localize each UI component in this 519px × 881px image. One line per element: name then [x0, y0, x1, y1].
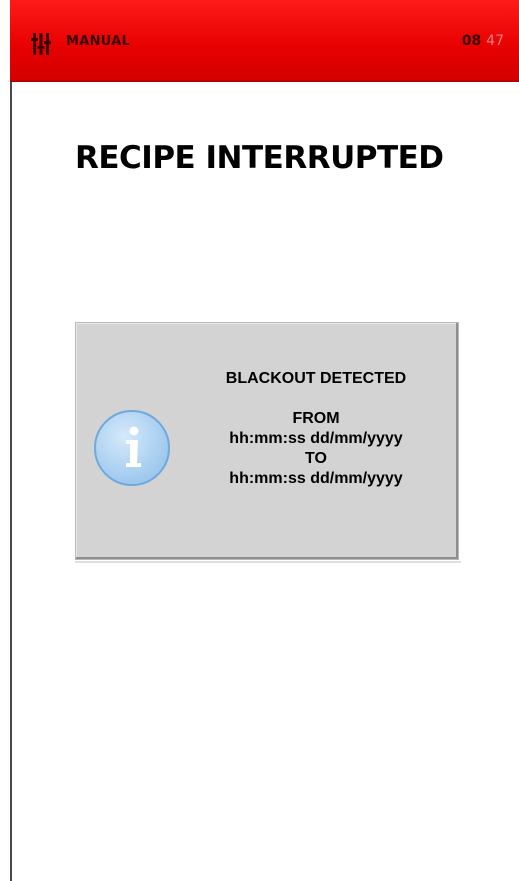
clock: 08 47 [462, 33, 504, 49]
to-label: TO [305, 450, 327, 467]
clock-minutes: 47 [486, 33, 504, 49]
from-label: FROM [292, 410, 340, 427]
from-value: hh:mm:ss dd/mm/yyyy [229, 430, 403, 447]
to-value: hh:mm:ss dd/mm/yyyy [229, 470, 403, 487]
dialog-divider [75, 561, 461, 563]
page-title: RECIPE INTERRUPTED [75, 140, 444, 176]
mode-label: MANUAL [66, 34, 131, 49]
dialog-heading: BLACKOUT DETECTED [225, 370, 407, 387]
menu-sliders-icon[interactable] [31, 33, 51, 55]
app-screen: MANUAL 08 47 RECIPE INTERRUPTED BLACKOUT… [0, 0, 519, 881]
dialog-message: BLACKOUT DETECTED FROM hh:mm:ss dd/mm/yy… [188, 369, 444, 489]
info-icon [94, 410, 170, 486]
header-bar: MANUAL 08 47 [10, 0, 519, 82]
left-frame-border [10, 0, 12, 881]
clock-hours: 08 [461, 33, 482, 49]
info-dialog: BLACKOUT DETECTED FROM hh:mm:ss dd/mm/yy… [75, 322, 459, 560]
